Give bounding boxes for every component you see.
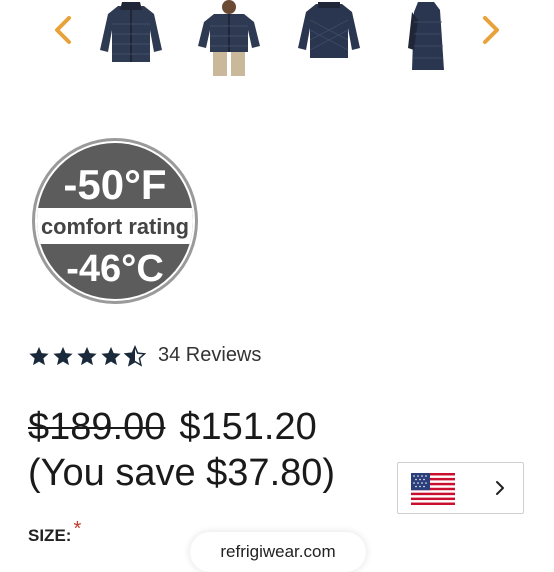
browser-url-bar[interactable]: refrigiwear.com [190, 532, 366, 572]
chevron-right-icon [496, 481, 504, 495]
language-selector[interactable] [397, 462, 524, 514]
size-label-text: SIZE: [28, 526, 72, 545]
star-rating [28, 344, 146, 367]
url-domain: refrigiwear.com [220, 542, 336, 561]
chevron-right-icon [483, 16, 499, 44]
sale-price: $151.20 [179, 406, 317, 448]
chevron-left-icon [55, 16, 71, 44]
product-thumbnail-3[interactable] [294, 0, 364, 62]
original-price: $189.00 [28, 406, 166, 448]
savings-text: (You save $37.80) [28, 452, 336, 494]
celsius-rating: -46°C [66, 248, 164, 290]
star-full-icon [29, 346, 49, 365]
product-image-carousel [0, 0, 554, 80]
star-full-icon [53, 346, 73, 365]
star-full-icon [101, 346, 121, 365]
size-label: SIZE: * [28, 518, 81, 547]
product-thumbnail-1[interactable] [96, 0, 166, 66]
product-rating: 34 Reviews [28, 344, 261, 367]
product-thumbnail-2[interactable] [196, 0, 262, 78]
star-full-icon [77, 346, 97, 365]
reviews-link[interactable]: 34 Reviews [158, 344, 261, 367]
comfort-rating-badge: -50°F comfort rating -46°C [30, 136, 200, 306]
us-flag-icon [411, 473, 455, 505]
price-row: $189.00 $151.20 [28, 406, 317, 449]
required-indicator: * [73, 518, 82, 540]
fahrenheit-rating: -50°F [63, 161, 166, 208]
carousel-prev-button[interactable] [48, 8, 78, 52]
star-half-icon [124, 344, 146, 367]
comfort-rating-label: comfort rating [41, 214, 189, 239]
carousel-next-button[interactable] [476, 8, 506, 52]
product-thumbnail-4[interactable] [404, 0, 448, 74]
